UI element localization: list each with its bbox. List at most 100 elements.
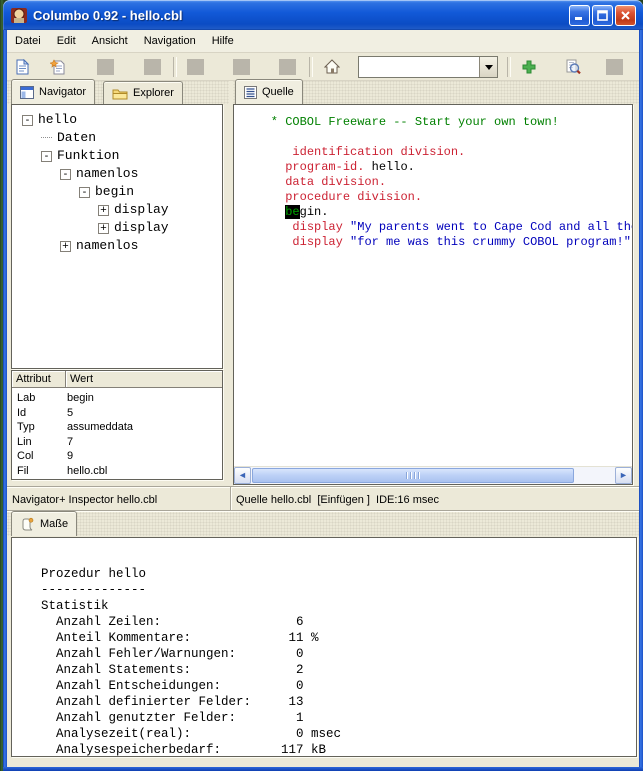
tree-expander-plus-icon[interactable]: + [98,223,109,234]
scrollbar-thumb[interactable] [252,468,574,483]
inspector-attr-name: Typ [12,420,67,435]
code-line[interactable]: display "for me was this crummy COBOL pr… [242,235,632,250]
disabled-toolbar-button [187,59,204,75]
menu-item-hilfe[interactable]: Hilfe [204,32,242,50]
tree-node-namenlos[interactable]: -namenlos [12,165,222,183]
code-segment: program-id. [285,160,364,174]
code-segment: hello. [364,160,414,174]
code-line[interactable]: identification division. [242,145,632,160]
code-line[interactable]: * COBOL Freeware -- Start your own town! [242,115,632,130]
tree-node-label[interactable]: namenlos [76,237,138,255]
combobox-value[interactable] [359,57,479,77]
preview-button[interactable] [563,58,582,76]
toolbar [7,53,639,81]
app-window: Columbo 0.92 - hello.cbl DateiEditAnsich… [3,0,643,771]
tree-node-label[interactable]: hello [38,111,77,129]
menu-item-navigation[interactable]: Navigation [136,32,204,50]
tree-node-Daten[interactable]: Daten [12,129,222,147]
tab-navigator[interactable]: Navigator [11,79,95,104]
source-editor[interactable]: * COBOL Freeware -- Start your own town!… [233,104,633,485]
code-line[interactable]: program-id. hello. [242,160,632,175]
tree-node-hello[interactable]: -hello [12,111,222,129]
stat-line: Statistik [26,598,636,614]
code-line[interactable]: display "My parents went to Cape Cod and… [242,220,632,235]
tab-label: Quelle [262,86,294,98]
minimize-button[interactable] [569,5,590,26]
tab-label: Explorer [133,87,174,99]
tree-expander-minus-icon[interactable]: - [41,151,52,162]
menu-item-ansicht[interactable]: Ansicht [84,32,136,50]
navigator-tree: -helloDaten-Funktion-namenlos-begin+disp… [11,104,223,369]
code-segment: procedure division. [285,190,422,204]
disabled-toolbar-button [144,59,161,75]
home-button[interactable] [322,58,341,76]
tree-node-display[interactable]: + display [12,219,222,237]
inspector-row-lab[interactable]: Labbegin [12,391,222,406]
horizontal-scrollbar[interactable]: ◄ ► [234,466,632,484]
scroll-left-button[interactable]: ◄ [234,467,251,484]
new-document-button[interactable] [13,58,32,76]
tab-explorer[interactable]: Explorer [103,81,183,104]
inspector-attr-name: Id [12,406,67,421]
inspector-row-fil[interactable]: Filhello.cbl [12,464,222,479]
code-segment [343,235,350,249]
inspector-attr-value: assumeddata [67,420,222,435]
menu-item-edit[interactable]: Edit [49,32,84,50]
code-segment: * COBOL Freeware -- Start your own town! [242,115,559,129]
inspector-row-typ[interactable]: Typassumeddata [12,420,222,435]
inspector-attr-value: 5 [67,406,222,421]
text-cursor: be [285,205,299,219]
code-line[interactable]: data division. [242,175,632,190]
tree-node-label[interactable]: Daten [57,129,96,147]
tree-expander-minus-icon[interactable]: - [22,115,33,126]
code-area[interactable]: * COBOL Freeware -- Start your own town!… [234,105,632,466]
tab-label: Navigator [39,86,86,98]
stat-line: Anzahl Fehler/Warnungen: 0 [26,646,636,662]
tree-node-label[interactable]: Funktion [57,147,119,165]
tree-expander-plus-icon[interactable]: + [60,241,71,252]
stat-line: Anteil Kommentare: 11 % [26,630,636,646]
search-combobox[interactable] [358,56,498,78]
tree-expander-plus-icon[interactable]: + [98,205,109,216]
title-bar[interactable]: Columbo 0.92 - hello.cbl [3,0,643,30]
add-button[interactable] [519,58,538,76]
tree-node-label[interactable]: begin [95,183,134,201]
tree-node-display[interactable]: + display [12,201,222,219]
code-segment [242,160,285,174]
inspector-row-lin[interactable]: Lin7 [12,435,222,450]
code-line[interactable]: begin. [242,205,632,220]
tab-quelle[interactable]: Quelle [235,79,303,104]
code-segment: . [631,235,632,249]
maximize-button[interactable] [592,5,613,26]
inspector-attr-name: Lab [12,391,67,406]
tree-connector [41,137,52,139]
inspector-panel: AttributWert LabbeginId5TypassumeddataLi… [11,370,223,480]
inspector-header-wert[interactable]: Wert [66,371,222,388]
app-icon [10,6,28,24]
open-document-button[interactable] [48,58,67,76]
inspector-attr-name: Fil [12,464,67,479]
tree-node-label[interactable]: display [114,201,169,219]
scroll-right-button[interactable]: ► [615,467,632,484]
menu-item-datei[interactable]: Datei [7,32,49,50]
code-line[interactable] [242,130,632,145]
tree-node-namenlos[interactable]: + namenlos [12,237,222,255]
code-line[interactable]: procedure division. [242,190,632,205]
inspector-attr-value: begin [67,391,222,406]
tree-node-Funktion[interactable]: -Funktion [12,147,222,165]
tree-node-label[interactable]: display [114,219,169,237]
inspector-row-id[interactable]: Id5 [12,406,222,421]
close-button[interactable] [615,5,636,26]
code-segment: "My parents went to Cape Cod and all the [350,220,632,234]
stat-line: Analysespeicherbedarf: 117 kB [26,742,636,757]
tree-expander-minus-icon[interactable]: - [79,187,90,198]
tab-masse[interactable]: Maße [11,511,77,536]
combobox-dropdown-button[interactable] [479,57,497,77]
disabled-toolbar-button [233,59,250,75]
tree-node-begin[interactable]: -begin [12,183,222,201]
tree-expander-minus-icon[interactable]: - [60,169,71,180]
disabled-toolbar-button [606,59,623,75]
inspector-row-col[interactable]: Col9 [12,449,222,464]
tree-node-label[interactable]: namenlos [76,165,138,183]
inspector-header-attribut[interactable]: Attribut [12,371,66,388]
